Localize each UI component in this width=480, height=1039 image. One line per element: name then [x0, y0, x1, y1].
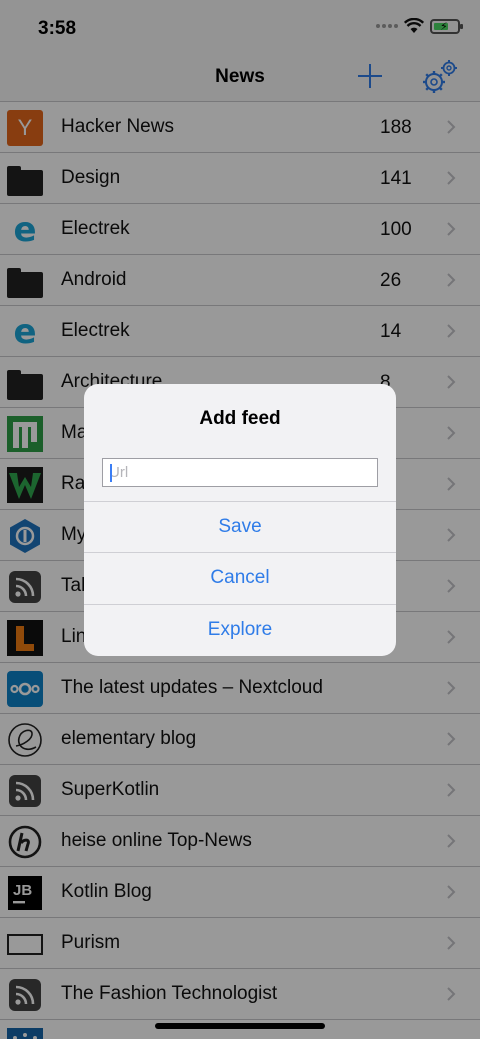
- url-input[interactable]: [102, 458, 378, 487]
- explore-button[interactable]: Explore: [84, 604, 396, 655]
- cancel-button[interactable]: Cancel: [84, 552, 396, 603]
- save-button[interactable]: Save: [84, 501, 396, 552]
- add-feed-dialog: Add feed Save Cancel Explore: [84, 384, 396, 656]
- text-cursor: [110, 464, 112, 482]
- dialog-title: Add feed: [199, 408, 281, 429]
- home-indicator[interactable]: [155, 1023, 325, 1029]
